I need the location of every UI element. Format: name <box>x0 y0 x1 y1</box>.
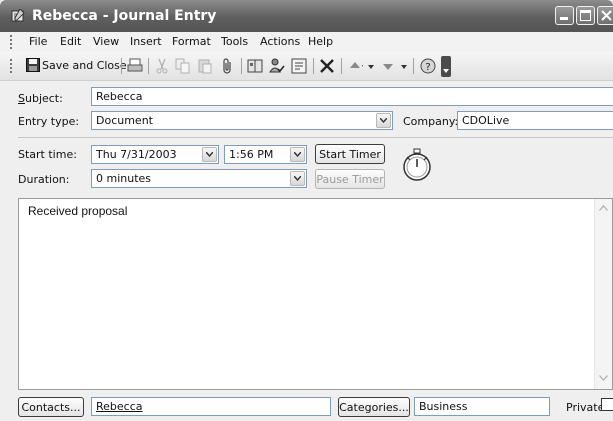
scroll-up-button[interactable] <box>596 202 610 216</box>
minimize-icon <box>560 17 568 20</box>
start-time-value: 1:56 PM <box>229 148 274 161</box>
save-and-close-label: Save and Close <box>42 59 127 72</box>
stopwatch-icon <box>403 148 431 181</box>
next-item-icon[interactable] <box>380 58 396 74</box>
chevron-down-icon <box>443 69 449 73</box>
address-book-icon[interactable] <box>247 58 263 74</box>
start-date-dropdown-button[interactable] <box>202 147 217 162</box>
chevron-down-icon <box>598 375 608 381</box>
menu-file[interactable]: File <box>29 35 47 48</box>
paste-icon[interactable] <box>197 58 213 74</box>
help-icon[interactable]: ? <box>420 58 436 74</box>
entry-type-dropdown-button[interactable] <box>376 113 391 128</box>
toolbar-separator <box>413 58 414 74</box>
menu-insert[interactable]: Insert <box>130 35 162 48</box>
standard-toolbar: Save and Close ? <box>0 52 613 81</box>
close-button[interactable] <box>597 6 613 25</box>
menu-bar: File Edit View Insert Format Tools Actio… <box>0 32 613 52</box>
start-time-label: Start time: <box>18 148 77 161</box>
options-icon[interactable] <box>291 58 307 74</box>
close-icon <box>601 10 612 21</box>
menu-view[interactable]: View <box>93 35 119 48</box>
toolbar-overflow-button[interactable] <box>441 56 451 77</box>
start-date-value: Thu 7/31/2003 <box>96 148 177 161</box>
save-icon <box>26 58 40 72</box>
notes-area[interactable]: Received proposal <box>18 198 613 390</box>
maximize-button[interactable] <box>576 6 595 25</box>
chevron-down-icon <box>294 176 301 181</box>
toolbar-grip[interactable] <box>10 59 12 73</box>
entry-type-label: Entry type: <box>18 115 80 128</box>
private-checkbox[interactable] <box>601 398 613 411</box>
maximize-icon <box>580 10 591 21</box>
menu-tools[interactable]: Tools <box>221 35 248 48</box>
chevron-down-icon <box>380 118 387 123</box>
journal-entry-window: Rebecca - Journal Entry File Edit View I… <box>0 0 613 421</box>
scroll-down-button[interactable] <box>596 372 610 386</box>
copy-icon[interactable] <box>175 58 191 74</box>
duration-dropdown-button[interactable] <box>290 171 305 186</box>
delete-icon[interactable] <box>319 58 335 74</box>
start-time-dropdown-button[interactable] <box>290 147 305 162</box>
entry-type-select[interactable]: Document <box>91 111 393 130</box>
chevron-down-icon <box>294 152 301 157</box>
svg-text:?: ? <box>425 62 430 73</box>
menu-grip[interactable] <box>10 35 12 49</box>
print-icon[interactable] <box>127 58 143 74</box>
journal-icon <box>11 9 25 22</box>
categories-button[interactable]: Categories... <box>338 397 410 417</box>
private-label: Private <box>566 401 605 414</box>
menu-actions[interactable]: Actions <box>260 35 300 48</box>
toolbar-separator <box>341 58 342 74</box>
title-bar[interactable]: Rebecca - Journal Entry <box>0 0 613 32</box>
check-names-icon[interactable] <box>269 58 285 74</box>
divider <box>18 137 613 138</box>
start-time-select[interactable]: 1:56 PM <box>224 145 307 164</box>
duration-label: Duration: <box>18 173 70 186</box>
menu-format[interactable]: Format <box>172 35 211 48</box>
company-field[interactable]: CDOLive <box>457 111 613 130</box>
toolbar-separator <box>148 58 149 74</box>
chevron-down-icon[interactable] <box>368 65 374 69</box>
entry-type-value: Document <box>96 114 153 127</box>
categories-field[interactable]: Business <box>414 397 550 416</box>
notes-text: Received proposal <box>28 204 128 218</box>
company-label: Company: <box>403 115 459 128</box>
menu-help[interactable]: Help <box>308 35 333 48</box>
menu-edit[interactable]: Edit <box>60 35 81 48</box>
toolbar-separator <box>313 58 314 74</box>
start-date-select[interactable]: Thu 7/31/2003 <box>91 145 219 164</box>
notes-scrollbar[interactable] <box>594 199 612 389</box>
pause-timer-button[interactable]: Pause Timer <box>315 169 385 189</box>
duration-select[interactable]: 0 minutes <box>91 169 307 188</box>
subject-label: Subject: <box>18 92 63 105</box>
duration-value: 0 minutes <box>96 172 152 185</box>
toolbar-separator <box>121 58 122 74</box>
chevron-up-icon <box>598 205 608 211</box>
window-title: Rebecca - Journal Entry <box>32 8 217 24</box>
minimize-button[interactable] <box>555 6 574 25</box>
toolbar-separator <box>241 58 242 74</box>
previous-item-icon[interactable] <box>347 58 363 74</box>
chevron-down-icon[interactable] <box>401 65 407 69</box>
contacts-button[interactable]: Contacts... <box>18 397 84 417</box>
attach-icon[interactable] <box>220 58 236 74</box>
cut-icon[interactable] <box>154 58 170 74</box>
contacts-field[interactable]: Rebecca <box>91 397 331 416</box>
subject-field[interactable]: Rebecca <box>91 87 613 106</box>
start-timer-button[interactable]: Start Timer <box>315 144 385 164</box>
chevron-down-icon <box>206 152 213 157</box>
